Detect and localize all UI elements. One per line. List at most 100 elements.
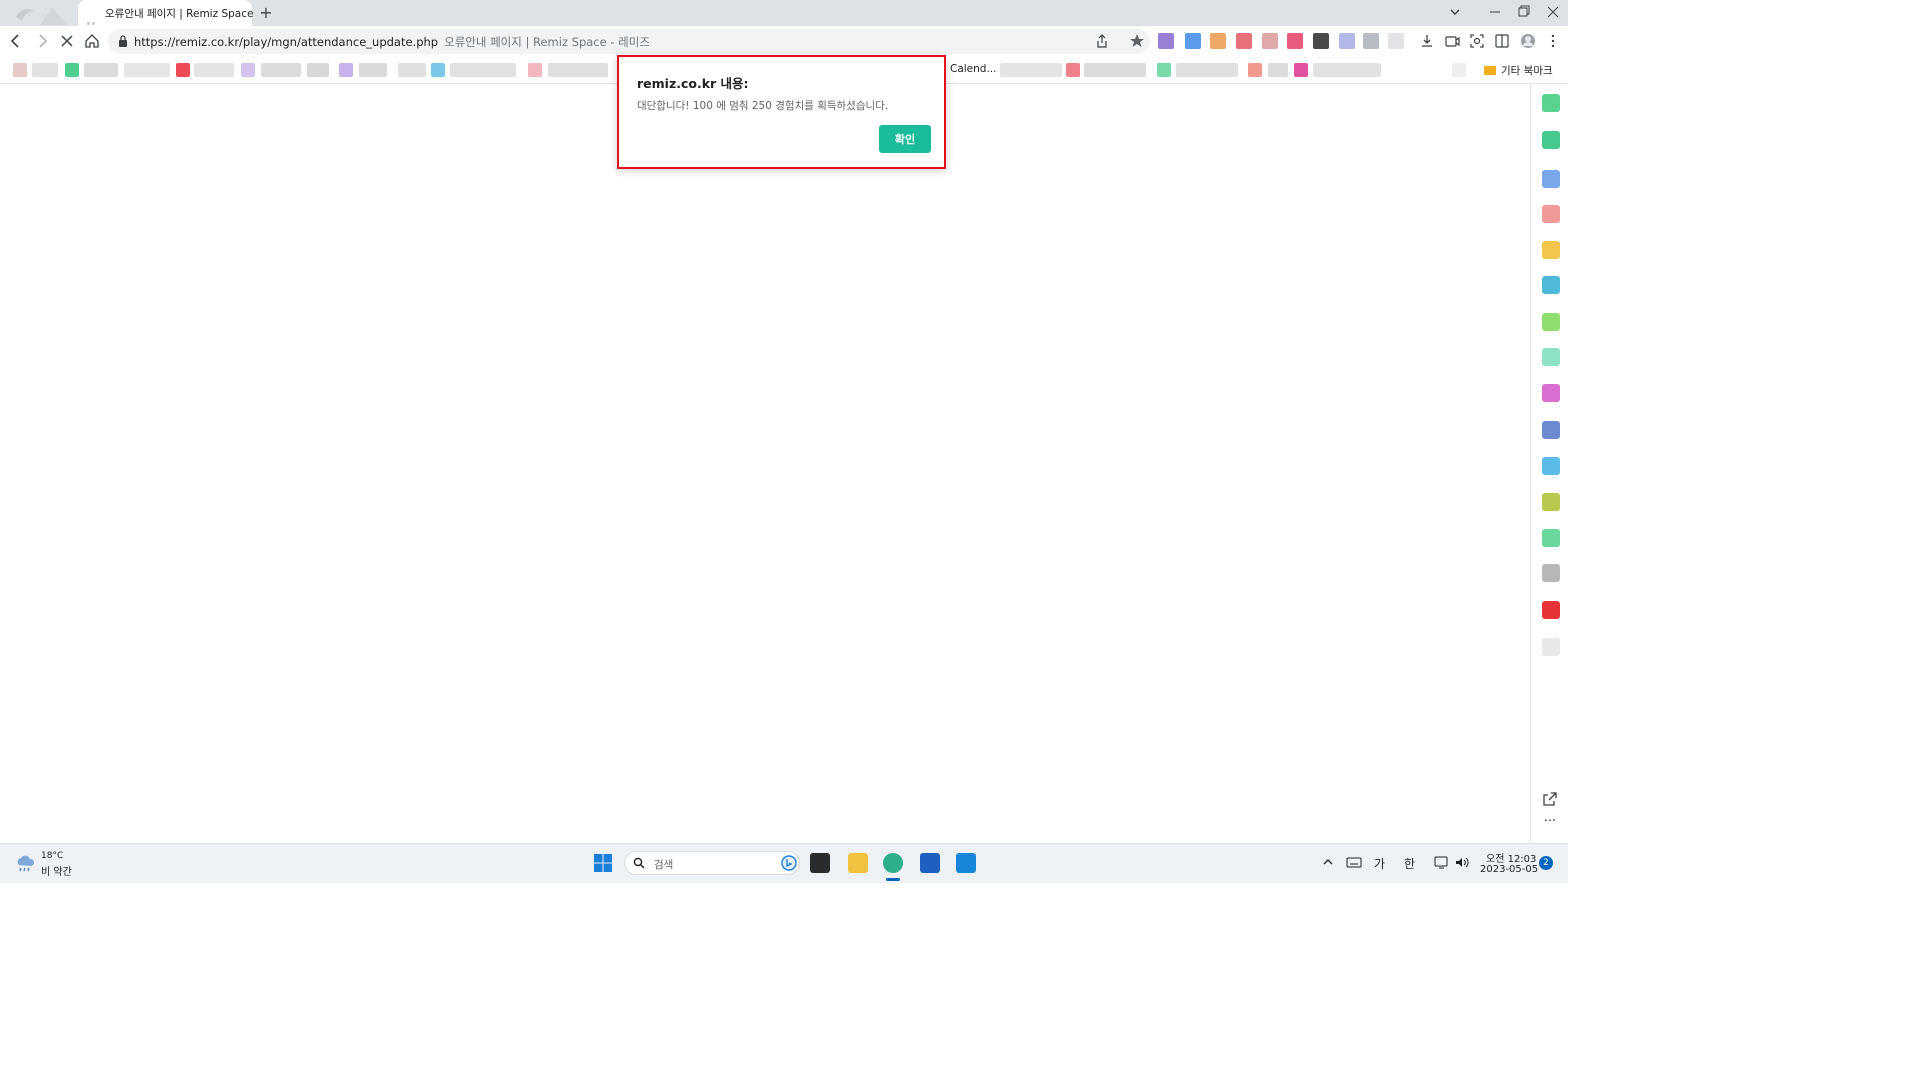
sidebar-app-7-icon[interactable] [1542,313,1560,331]
sidebar-app-2-icon[interactable] [1542,131,1560,149]
sidebar-app-10-icon[interactable] [1542,421,1560,439]
network-icon[interactable] [1434,856,1450,869]
tab-search-icon[interactable] [1442,2,1468,22]
bookmark-favicon-icon[interactable] [1066,63,1080,77]
bookmark-favicon-icon[interactable] [13,63,27,77]
split-screen-icon[interactable] [1494,33,1510,49]
new-tab-button[interactable]: + [257,4,275,22]
bookmark-favicon-icon[interactable] [1248,63,1262,77]
extension-5-icon[interactable] [1262,33,1278,49]
bookmark-item[interactable] [398,63,426,77]
bookmark-item[interactable] [1313,63,1381,77]
file-explorer-icon[interactable] [848,853,868,873]
sidebar-more-button[interactable]: ··· [1541,813,1559,831]
taskbar-search-input[interactable]: 검색 [624,851,800,875]
bookmark-favicon-icon[interactable] [65,63,79,77]
bookmark-item[interactable] [84,63,118,77]
sidebar-app-4-icon[interactable] [1542,205,1560,223]
sidebar-app-8-icon[interactable] [1542,348,1560,366]
browser-profile-icon[interactable] [10,3,68,25]
bing-icon[interactable] [781,855,797,871]
sidebar-app-11-icon[interactable] [1542,457,1560,475]
other-bookmarks[interactable]: 기타 북마크 [1484,63,1553,78]
bookmark-item[interactable] [1452,63,1466,77]
sidebar-app-3-icon[interactable] [1542,170,1560,188]
task-view-icon[interactable] [810,853,830,873]
back-icon[interactable] [6,31,26,51]
bookmark-item[interactable] [1084,63,1146,77]
close-window-icon[interactable] [1540,2,1566,22]
lock-icon[interactable] [118,35,128,47]
bookmark-item[interactable] [261,63,301,77]
bookmark-item[interactable] [359,63,387,77]
weather-rain-icon[interactable] [14,853,36,873]
extension-9-icon[interactable] [1363,33,1379,49]
address-bar[interactable]: https://remiz.co.kr/play/mgn/attendance_… [108,29,1150,54]
tab-active[interactable]: 오류안내 페이지 | Remiz Space [78,0,253,26]
sidebar-app-5-icon[interactable] [1542,241,1560,259]
clock-date[interactable]: 2023-05-05 [1480,864,1538,875]
clock-time[interactable]: 오전 12:03 [1486,850,1536,865]
profile-avatar-icon[interactable] [1520,33,1536,49]
ok-button[interactable]: 확인 [879,125,931,153]
sidebar-app-9-icon[interactable] [1542,384,1560,402]
bookmark-item[interactable] [194,63,234,77]
extension-7-icon[interactable] [1313,33,1329,49]
extension-3-icon[interactable] [1210,33,1226,49]
volume-icon[interactable] [1454,856,1470,869]
bookmark-item[interactable] [1176,63,1238,77]
bookmark-item[interactable] [1268,63,1288,77]
bookmark-item[interactable] [450,63,516,77]
url-field[interactable]: https://remiz.co.kr/play/mgn/attendance_… [134,34,650,50]
capture-icon[interactable] [1444,33,1460,49]
bookmark-favicon-icon[interactable] [1157,63,1171,77]
sidebar-app-12-icon[interactable] [1542,493,1560,511]
bookmark-calendar[interactable]: Calend... [950,63,996,75]
sidebar-app-14-icon[interactable] [1542,564,1560,582]
bookmark-item[interactable] [32,63,58,77]
calendar-app-icon[interactable] [956,853,976,873]
extension-8-icon[interactable] [1339,33,1355,49]
windows-taskbar: 18°C 비 약간 검색 가 한 오전 12:03 2023-05-05 2 [0,843,1568,883]
downloads-icon[interactable] [1419,33,1435,49]
bookmark-favicon-icon[interactable] [176,63,190,77]
ime-language[interactable]: 한 [1404,855,1415,872]
minimize-icon[interactable] [1482,2,1508,22]
bookmark-favicon-icon[interactable] [528,63,542,77]
sidebar-app-16-icon[interactable] [1542,638,1560,656]
bookmark-item[interactable] [307,63,329,77]
extension-1-icon[interactable] [1158,33,1174,49]
folder-icon [1484,66,1496,75]
restore-icon[interactable] [1510,2,1536,22]
bookmark-favicon-icon[interactable] [339,63,353,77]
ime-mode[interactable]: 가 [1374,855,1385,872]
extension-10-icon[interactable] [1388,33,1404,49]
show-hidden-icons-icon[interactable] [1322,857,1334,867]
screenshot-icon[interactable] [1469,33,1485,49]
stop-loading-icon[interactable] [57,31,77,51]
notification-badge[interactable]: 2 [1539,856,1553,870]
sidebar-app-1-icon[interactable] [1542,94,1560,112]
bookmark-favicon-icon[interactable] [431,63,445,77]
bookmark-item[interactable] [124,63,170,77]
sidebar-app-15-icon[interactable] [1542,601,1560,619]
sidebar-app-13-icon[interactable] [1542,529,1560,547]
bookmark-favicon-icon[interactable] [1294,63,1308,77]
sidebar-app-6-icon[interactable] [1542,276,1560,294]
extension-4-icon[interactable] [1236,33,1252,49]
menu-more-icon[interactable] [1545,33,1561,49]
windows-start-icon[interactable] [594,854,612,872]
open-external-icon[interactable] [1541,790,1559,808]
forward-icon[interactable] [32,31,52,51]
bookmark-favicon-icon[interactable] [241,63,255,77]
extension-6-icon[interactable] [1287,33,1303,49]
store-icon[interactable] [920,853,940,873]
favorites-icon[interactable] [1129,33,1145,49]
bookmark-item[interactable] [548,63,608,77]
extension-2-icon[interactable] [1185,33,1201,49]
whale-browser-icon[interactable] [883,853,903,873]
home-icon[interactable] [82,31,102,51]
bookmark-item[interactable] [1000,63,1062,77]
keyboard-icon[interactable] [1346,856,1362,868]
share-icon[interactable] [1094,33,1110,49]
